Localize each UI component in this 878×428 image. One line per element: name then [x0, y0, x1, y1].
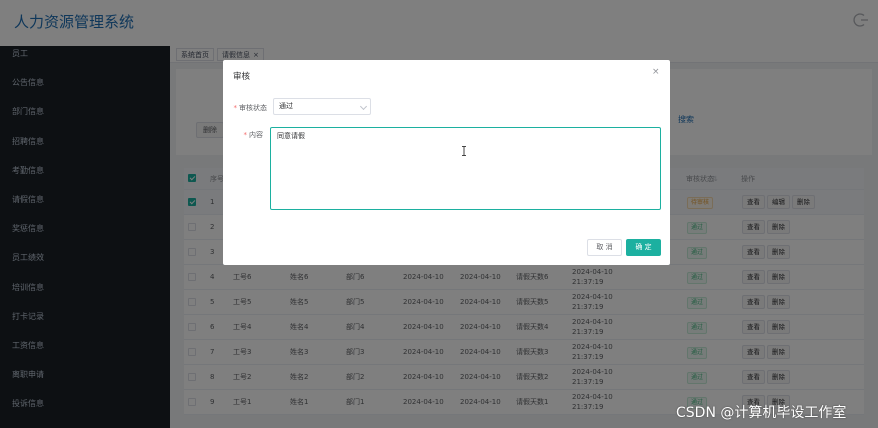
- cancel-button[interactable]: 取 消: [587, 239, 622, 256]
- content-field-label: * 内容: [243, 131, 264, 139]
- status-select-value: 通过: [279, 102, 293, 110]
- dialog-title: 审核: [233, 72, 251, 82]
- close-icon[interactable]: ×: [652, 67, 660, 77]
- confirm-button[interactable]: 确 定: [626, 239, 661, 256]
- chevron-down-icon: [359, 102, 368, 111]
- review-dialog: 审核 × * 审核状态 通过 * 内容 同意请假 取 消 确 定: [223, 60, 670, 265]
- status-field-label: * 审核状态: [233, 104, 268, 112]
- text-cursor-icon: [462, 146, 466, 156]
- content-textarea[interactable]: 同意请假: [270, 127, 661, 210]
- status-select[interactable]: 通过: [273, 98, 371, 115]
- watermark: CSDN @计算机毕设工作室: [676, 405, 847, 421]
